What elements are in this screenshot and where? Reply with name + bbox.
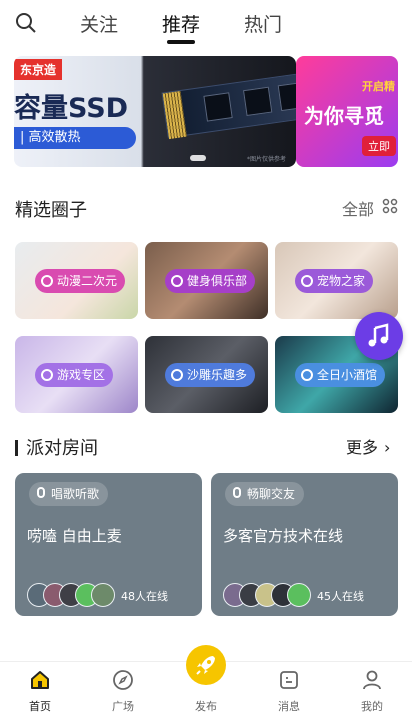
circle-icon bbox=[41, 369, 53, 381]
room-tag: 唱歌听歌 bbox=[29, 482, 109, 506]
user-icon bbox=[363, 670, 381, 690]
circles-all-link[interactable]: 全部 bbox=[342, 196, 374, 220]
party-section-title: 派对房间 bbox=[15, 434, 98, 460]
home-icon bbox=[31, 671, 49, 689]
party-more-label: 更多 bbox=[346, 438, 379, 457]
circle-label: 游戏专区 bbox=[57, 368, 106, 382]
circle-icon bbox=[171, 369, 183, 381]
tab-messages[interactable]: 消息 bbox=[259, 662, 319, 718]
tab-home[interactable]: 首页 bbox=[10, 662, 70, 718]
chevron-right-icon: › bbox=[384, 438, 391, 457]
circle-label: 宠物之家 bbox=[317, 274, 366, 288]
tab-label: 广场 bbox=[112, 700, 134, 713]
avatar bbox=[91, 583, 115, 607]
ssd-chip bbox=[277, 81, 296, 112]
ssd-image bbox=[161, 71, 296, 140]
banner-promo[interactable]: 开启精 为你寻觅 立即 bbox=[296, 56, 398, 167]
party-title-text: 派对房间 bbox=[26, 438, 98, 459]
rocket-icon bbox=[196, 656, 215, 675]
ssd-chip bbox=[203, 92, 233, 122]
avatar bbox=[287, 583, 311, 607]
party-room-card[interactable]: 唱歌听歌 唠嗑 自由上麦 48人在线 bbox=[15, 473, 202, 616]
room-tag-label: 畅聊交友 bbox=[247, 487, 296, 501]
circle-card-funny[interactable]: 沙雕乐趣多 bbox=[145, 336, 268, 413]
ssd-chip bbox=[242, 86, 273, 117]
circle-label: 动漫二次元 bbox=[57, 274, 118, 288]
tab-follow[interactable]: 关注 bbox=[80, 10, 118, 37]
banner-ssd[interactable]: 东京造 容量SSD | 高效散热 *图片仅供参考 bbox=[14, 56, 296, 167]
circle-label: 沙雕乐趣多 bbox=[187, 368, 248, 382]
search-icon[interactable] bbox=[14, 11, 38, 35]
banner-feature-pill: | 高效散热 bbox=[14, 127, 136, 149]
circle-tag: 健身俱乐部 bbox=[165, 269, 256, 293]
tab-label: 首页 bbox=[29, 700, 51, 713]
promo-line2: 为你寻觅 bbox=[304, 104, 384, 128]
promo-button: 立即 bbox=[362, 136, 396, 156]
room-title: 唠嗑 自由上麦 bbox=[27, 527, 122, 545]
ssd-connector bbox=[162, 91, 187, 140]
circle-icon bbox=[301, 275, 313, 287]
compass-icon bbox=[113, 670, 133, 690]
tab-profile[interactable]: 我的 bbox=[342, 662, 402, 718]
circle-tag: 全日小酒馆 bbox=[295, 363, 386, 387]
banner-title: 容量SSD bbox=[14, 93, 129, 124]
circle-icon bbox=[41, 275, 53, 287]
circle-label: 全日小酒馆 bbox=[317, 368, 378, 382]
top-navigation: 关注 推荐 热门 bbox=[0, 0, 412, 46]
grid-icon[interactable] bbox=[382, 198, 398, 214]
party-more-link[interactable]: 更多 › bbox=[346, 434, 390, 458]
circle-card-anime[interactable]: 动漫二次元 bbox=[15, 242, 138, 319]
publish-button[interactable] bbox=[186, 645, 226, 685]
circle-icon bbox=[171, 275, 183, 287]
room-tag: 畅聊交友 bbox=[225, 482, 305, 506]
mic-icon bbox=[233, 487, 241, 498]
message-icon bbox=[280, 671, 298, 689]
online-count: 48人在线 bbox=[121, 590, 168, 603]
banner-note: *图片仅供参考 bbox=[246, 156, 286, 163]
circle-label: 健身俱乐部 bbox=[187, 274, 248, 288]
room-title: 多客官方技术在线 bbox=[223, 527, 344, 545]
circle-tag: 沙雕乐趣多 bbox=[165, 363, 256, 387]
circles-section-title: 精选圈子 bbox=[15, 200, 87, 221]
circle-tag: 游戏专区 bbox=[35, 363, 114, 387]
circle-card-games[interactable]: 游戏专区 bbox=[15, 336, 138, 413]
mic-icon bbox=[37, 487, 45, 498]
circle-tag: 宠物之家 bbox=[295, 269, 374, 293]
tab-label: 发布 bbox=[195, 700, 217, 713]
tab-label: 消息 bbox=[278, 700, 300, 713]
party-room-card[interactable]: 畅聊交友 多客官方技术在线 45人在线 bbox=[211, 473, 398, 616]
circle-card-pets[interactable]: 宠物之家 bbox=[275, 242, 398, 319]
carousel-indicator bbox=[190, 155, 206, 161]
banner-brand: 东京造 bbox=[14, 59, 63, 80]
circle-tag: 动漫二次元 bbox=[35, 269, 126, 293]
active-tab-indicator bbox=[167, 40, 195, 44]
tab-square[interactable]: 广场 bbox=[93, 662, 153, 718]
music-float-button[interactable] bbox=[355, 312, 403, 360]
tab-label: 我的 bbox=[361, 700, 383, 713]
tab-hot[interactable]: 热门 bbox=[244, 10, 282, 37]
tab-recommend[interactable]: 推荐 bbox=[162, 10, 200, 37]
promo-line1: 开启精 bbox=[362, 80, 395, 93]
online-count: 45人在线 bbox=[317, 590, 364, 603]
room-tag-label: 唱歌听歌 bbox=[51, 487, 100, 501]
circle-card-fitness[interactable]: 健身俱乐部 bbox=[145, 242, 268, 319]
section-bar bbox=[15, 440, 18, 456]
circle-icon bbox=[301, 369, 313, 381]
music-note-icon bbox=[368, 323, 389, 347]
